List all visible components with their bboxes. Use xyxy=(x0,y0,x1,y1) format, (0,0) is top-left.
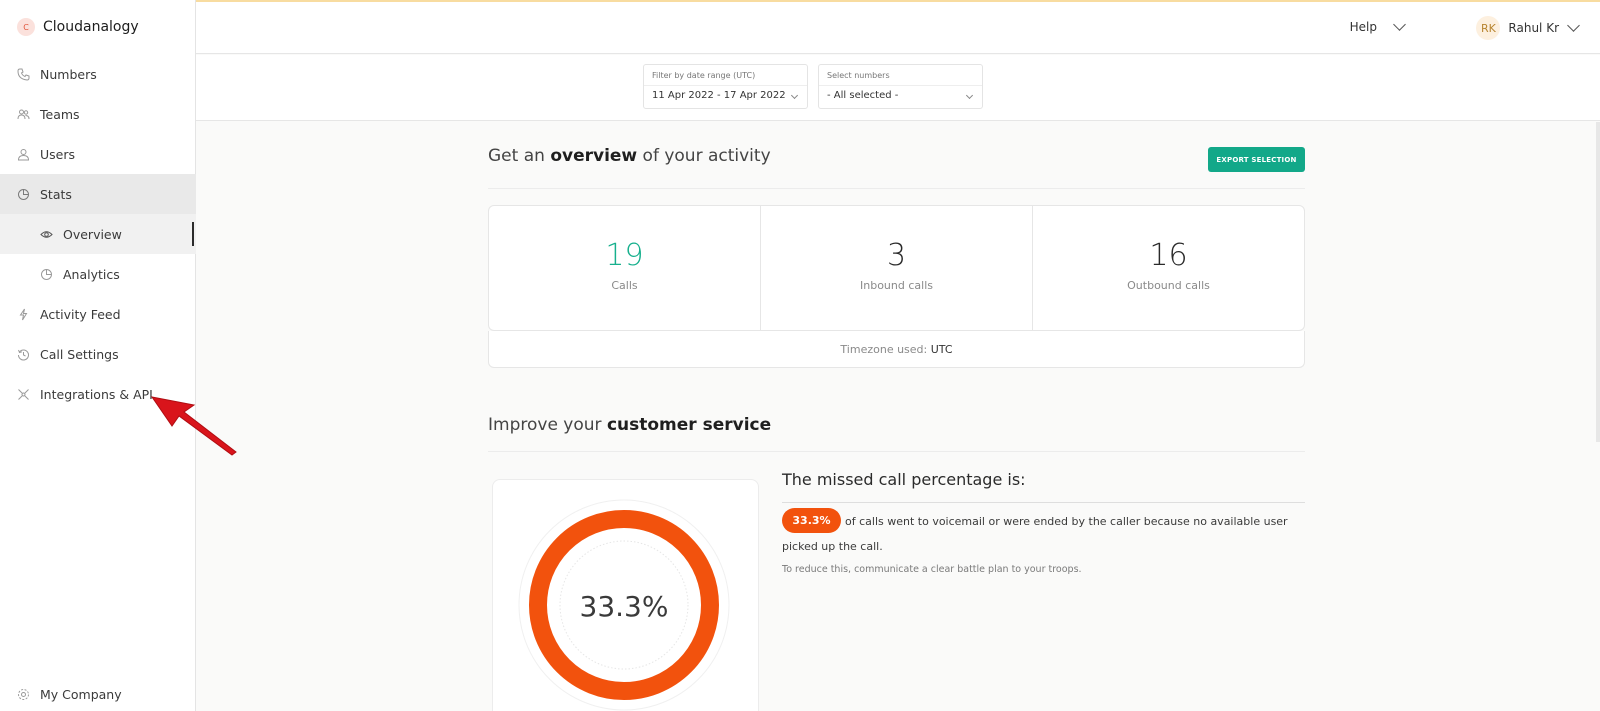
chevron-down-icon xyxy=(1567,19,1580,32)
gear-icon xyxy=(17,688,30,701)
sidebar-item-label: Integrations & API xyxy=(40,386,153,402)
stat-label: Inbound calls xyxy=(860,279,933,292)
date-range-filter[interactable]: Filter by date range (UTC) 11 Apr 2022 -… xyxy=(643,64,808,109)
brand-logo: C xyxy=(17,18,35,36)
filter-divider xyxy=(644,85,807,86)
stat-value: 3 xyxy=(886,238,907,273)
filter-divider xyxy=(819,85,982,86)
overview-title-bold: overview xyxy=(550,146,638,166)
sidebar-item-activity-feed[interactable]: Activity Feed xyxy=(0,294,196,334)
user-name: Rahul Kr xyxy=(1508,21,1559,35)
timezone-label: Timezone used: xyxy=(840,343,931,356)
sidebar-item-label: Analytics xyxy=(63,266,120,282)
annotation-arrow-icon xyxy=(150,396,237,456)
avatar: RK xyxy=(1476,16,1501,40)
missed-call-divider xyxy=(782,502,1305,503)
stat-calls: 19 Calls xyxy=(489,206,761,330)
timezone-info: Timezone used: UTC xyxy=(488,331,1305,368)
donut-value-label: 33.3% xyxy=(580,590,669,623)
chevron-down-icon xyxy=(790,91,799,100)
help-label: Help xyxy=(1349,20,1377,34)
overview-title: Get an overview of your activity xyxy=(488,146,771,166)
section-divider xyxy=(488,188,1305,189)
user-menu[interactable]: RK Rahul Kr xyxy=(1476,16,1580,40)
sidebar-item-analytics[interactable]: Analytics xyxy=(0,254,196,294)
sidebar-item-label: Call Settings xyxy=(40,346,119,362)
missed-call-hint: To reduce this, communicate a clear batt… xyxy=(782,564,1082,575)
phone-icon xyxy=(17,68,30,81)
pie-chart-icon xyxy=(17,188,30,201)
timezone-value: UTC xyxy=(930,343,953,356)
service-title-bold: customer service xyxy=(606,415,772,435)
sidebar-item-teams[interactable]: Teams xyxy=(0,94,196,134)
numbers-filter-label: Select numbers xyxy=(827,71,890,80)
top-header: Help RK Rahul Kr xyxy=(196,2,1600,54)
overview-title-pre: Get an xyxy=(488,146,551,166)
numbers-filter-value: - All selected - xyxy=(827,90,899,101)
missed-call-description: of calls went to voicemail or were ended… xyxy=(782,515,1288,553)
date-range-value: 11 Apr 2022 - 17 Apr 2022 xyxy=(652,90,786,101)
stats-card: 19 Calls 3 Inbound calls 16 Outbound cal… xyxy=(488,205,1305,331)
sidebar-item-label: Overview xyxy=(63,226,122,242)
sidebar-item-stats[interactable]: Stats xyxy=(0,174,196,214)
team-icon xyxy=(17,108,30,121)
scrollbar[interactable] xyxy=(1596,122,1600,442)
sidebar-item-call-settings[interactable]: Call Settings xyxy=(0,334,196,374)
stat-value: 19 xyxy=(605,238,644,273)
missed-call-donut-card: 33.3% xyxy=(492,479,759,711)
stat-outbound-calls: 16 Outbound calls xyxy=(1033,206,1304,330)
sidebar-item-my-company[interactable]: My Company xyxy=(0,677,196,711)
brand-name: Cloudanalogy xyxy=(43,19,139,35)
sidebar-item-label: Numbers xyxy=(40,66,97,82)
user-icon xyxy=(17,148,30,161)
pie-chart-icon xyxy=(40,268,53,281)
help-menu[interactable]: Help xyxy=(1349,18,1406,34)
history-icon xyxy=(17,348,30,361)
stat-label: Calls xyxy=(611,279,638,292)
missed-percentage-badge: 33.3% xyxy=(782,508,841,533)
sidebar-item-label: My Company xyxy=(40,686,122,702)
sidebar-item-label: Users xyxy=(40,146,76,162)
filter-bar: Filter by date range (UTC) 11 Apr 2022 -… xyxy=(196,55,1600,121)
numbers-filter[interactable]: Select numbers - All selected - xyxy=(818,64,983,109)
sidebar-item-overview[interactable]: Overview xyxy=(0,214,196,254)
section-divider xyxy=(488,451,1305,452)
sidebar-item-label: Teams xyxy=(40,106,80,122)
chevron-down-icon xyxy=(1393,18,1406,31)
sidebar-item-users[interactable]: Users xyxy=(0,134,196,174)
missed-call-title: The missed call percentage is: xyxy=(782,470,1026,489)
bolt-icon xyxy=(17,308,30,321)
eye-icon xyxy=(40,228,53,241)
stat-inbound-calls: 3 Inbound calls xyxy=(761,206,1033,330)
customer-service-title: Improve your customer service xyxy=(488,415,771,435)
missed-call-donut-chart: 33.3% xyxy=(518,499,730,711)
integrations-icon xyxy=(17,388,30,401)
chevron-down-icon xyxy=(965,91,974,100)
date-range-label: Filter by date range (UTC) xyxy=(652,71,756,80)
sidebar-item-numbers[interactable]: Numbers xyxy=(0,54,196,94)
main-content: Get an overview of your activity EXPORT … xyxy=(196,122,1600,711)
stat-label: Outbound calls xyxy=(1127,279,1210,292)
brand[interactable]: C Cloudanalogy xyxy=(17,18,139,36)
stat-value: 16 xyxy=(1149,238,1188,273)
export-selection-button[interactable]: EXPORT SELECTION xyxy=(1208,147,1305,172)
sidebar-item-label: Activity Feed xyxy=(40,306,121,322)
sidebar-item-label: Stats xyxy=(40,186,72,202)
overview-title-post: of your activity xyxy=(637,146,771,166)
sidebar: C Cloudanalogy Numbers Teams Users Stats… xyxy=(0,0,196,711)
service-title-pre: Improve your xyxy=(488,415,607,435)
